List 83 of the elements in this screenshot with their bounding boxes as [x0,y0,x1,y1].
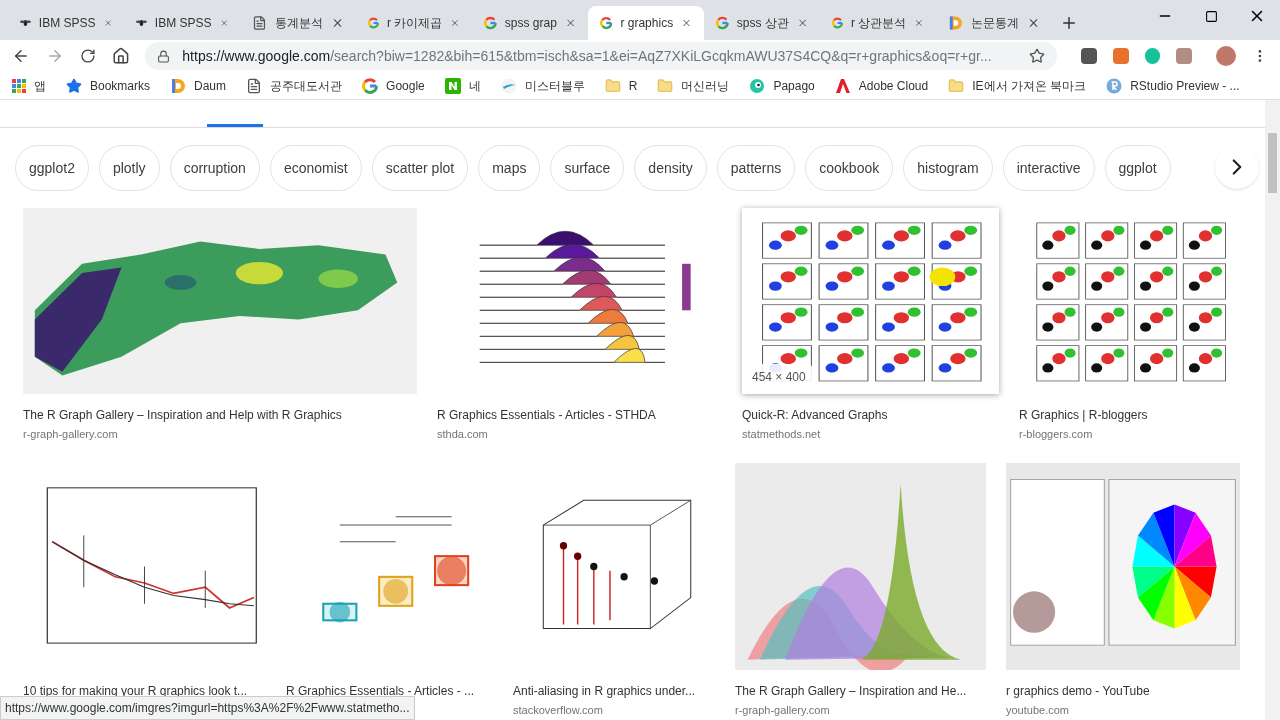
bookmark-item[interactable]: RStudio Preview - ... [1106,76,1240,95]
reload-icon[interactable] [79,48,96,64]
image-caption[interactable]: The R Graph Gallery – Inspiration and Help with R Graphics [23,406,417,424]
maximize-icon[interactable] [1204,9,1218,23]
bookmark-item[interactable]: Daum [170,76,227,95]
tab-title: spss 상관 [736,15,789,32]
bookmark-item[interactable]: 머신러닝 [657,76,730,95]
scrollbar-thumb[interactable] [1268,133,1277,193]
image-source: youtube.com [1006,702,1070,718]
address-bar[interactable]: https://www.google.com/search?biw=1282&bih=615&tbm=isch&sa=1&ei=AqZ7XKiLGcqkmAWU37S4CQ&q=r+graphics&oq=r+gr... [145,42,1057,70]
browser-tab[interactable]: IBM SPSS [124,6,240,40]
bookmark-item[interactable]: Google [362,76,425,95]
google-icon [484,15,497,31]
star-icon [66,77,82,94]
bookmark-item[interactable]: Bookmarks [66,76,151,95]
image-caption[interactable]: r graphics demo - YouTube [1006,681,1240,700]
bee-icon [20,17,31,29]
tab-title: r 카이제곱 [387,15,443,32]
bee-icon [136,17,147,29]
bookmark-item[interactable]: 앱 [12,76,46,95]
google-icon [368,15,379,31]
google-icon [362,77,379,94]
browser-tab[interactable]: 통계분석 [240,6,356,40]
google-icon [600,15,613,31]
browser-tab[interactable]: IBM SPSS [8,6,124,40]
status-url: https://www.google.com/imgres?imgurl=https%3A%2F%2Fwww.statmetho... [0,696,415,720]
extension-icon[interactable] [1080,48,1097,64]
image-caption[interactable]: Quick-R: Advanced Graphs [742,406,999,424]
bookmark-item[interactable]: 미스터블루 [500,76,585,95]
bookmark-item[interactable]: IE에서 가져온 북마크 [948,76,1087,95]
profile-avatar[interactable] [1216,46,1237,66]
image-source: r-graph-gallery.com [23,427,119,442]
home-icon[interactable] [111,47,130,65]
tab-title: r graphics [620,15,674,32]
back-icon[interactable] [12,47,30,65]
tab-title: IBM SPSS [154,15,212,32]
bookmark-item[interactable]: Papago [749,76,815,95]
browser-tab[interactable]: r 카이제곱 [356,6,472,40]
folder-icon [657,77,674,94]
active-tab-indicator [207,124,263,127]
rstudio-logo-icon [1106,77,1123,94]
image-source: stackoverflow.com [513,702,604,718]
image-source: r-bloggers.com [1019,427,1094,442]
bookmark-item[interactable]: 공주대도서관 [246,76,343,95]
lock-icon [157,49,171,63]
tab-title: r 상관분석 [851,15,907,32]
tab-title: IBM SPSS [38,15,96,32]
tab-title: 논문통계 [970,15,1019,32]
image-source: r-graph-gallery.com [735,702,831,718]
document-icon [252,15,267,31]
url-text: https://www.google.com/search?biw=1282&bih=615&tbm=isch&sa=1&ei=AqZ7XKiLGcqkmAWU37S4CQ&q=r+graphics&oq=r+gr... [182,46,993,66]
bookmark-item[interactable]: 네 [444,76,481,95]
google-icon [716,15,729,31]
daum-logo-icon [170,77,187,94]
image-source: statmethods.net [742,427,822,442]
swoosh-icon [500,77,517,94]
bookmark-item[interactable]: R [604,76,638,95]
document-icon [246,77,263,94]
adobe-logo-icon [834,77,851,94]
browser-tab[interactable]: 논문통계 [936,6,1052,40]
naver-logo-icon [444,77,461,94]
bookmark-star-icon[interactable] [1028,48,1045,64]
papago-logo-icon [749,77,766,94]
browser-tab[interactable]: spss grap [472,6,588,40]
next-chips-button[interactable] [1215,145,1259,189]
image-source: sthda.com [437,427,489,442]
apps-grid-icon [12,78,26,93]
folder-icon [604,77,621,94]
folder-icon [948,77,965,94]
daum-logo-icon [948,15,963,31]
image-caption[interactable]: R Graphics Essentials - Articles - STHDA [437,406,722,424]
tab-title: 통계분석 [274,15,323,32]
browser-tab[interactable]: r 상관분석 [820,6,936,40]
new-tab-icon[interactable] [1060,14,1078,32]
extension-icon[interactable] [1112,48,1129,64]
google-icon [832,15,843,31]
bookmark-item[interactable]: Adobe Cloud [834,76,929,95]
browser-tab[interactable]: spss 상관 [704,6,820,40]
tab-title: spss grap [504,15,557,32]
image-caption[interactable]: Anti-aliasing in R graphics under... [513,681,715,700]
image-caption[interactable]: The R Graph Gallery – Inspiration and He... [735,681,986,700]
image-caption[interactable]: R Graphics | R-bloggers [1019,406,1241,424]
browser-tab[interactable]: r graphics [588,6,704,40]
